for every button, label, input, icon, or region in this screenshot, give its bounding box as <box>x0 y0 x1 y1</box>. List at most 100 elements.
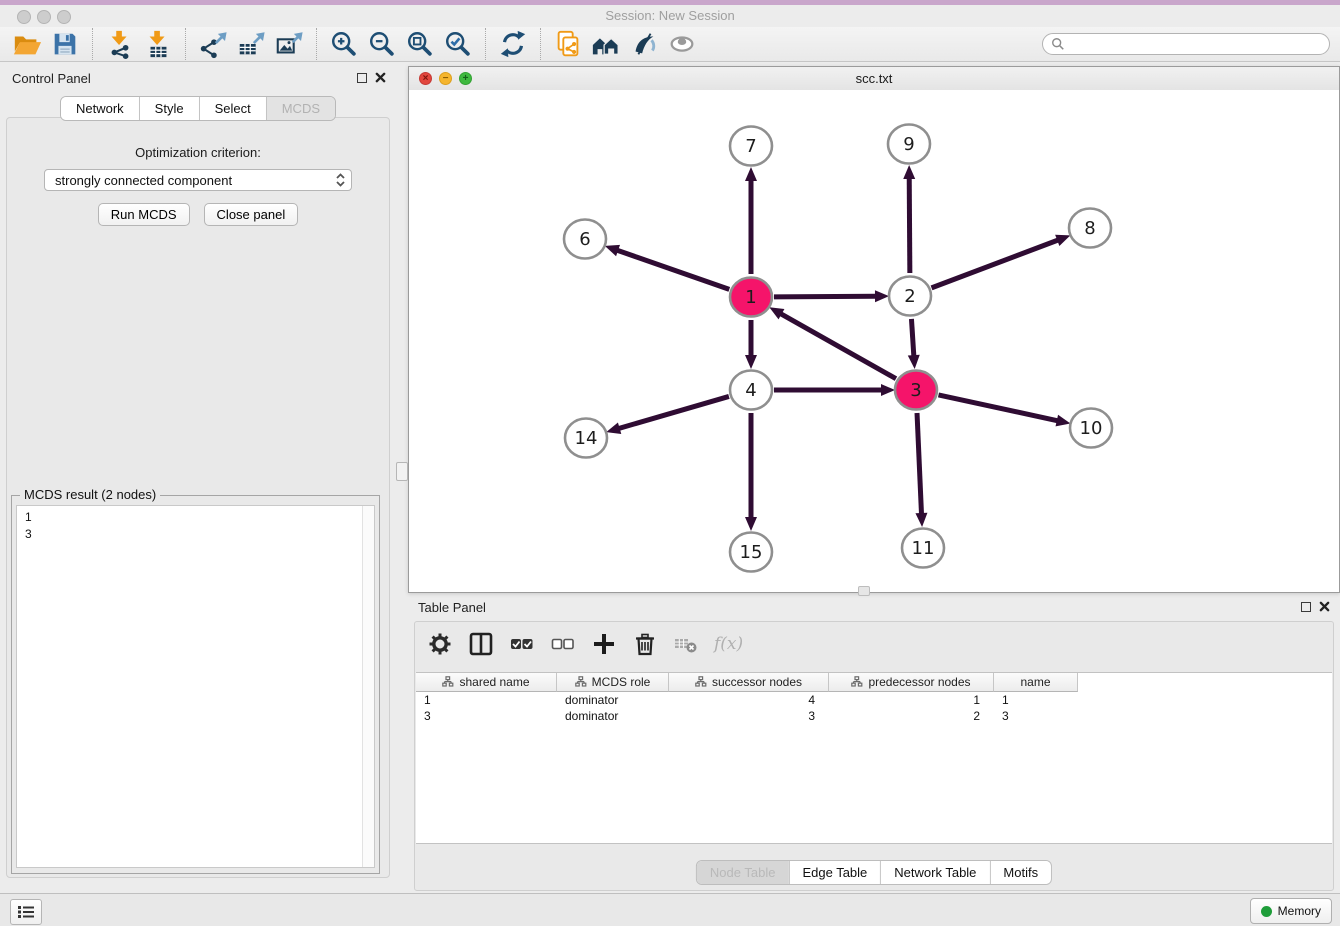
cell-successor-nodes[interactable]: 4 <box>669 692 829 708</box>
table-toolbar: f(x) <box>415 622 1333 666</box>
cell-mcds-role[interactable]: dominator <box>557 692 669 708</box>
network-graph[interactable]: 7968124314101511 <box>409 90 1339 591</box>
nested-networks-icon[interactable] <box>591 29 621 59</box>
network-canvas[interactable]: 7968124314101511 <box>409 90 1339 592</box>
network-window-titlebar[interactable]: × − + scc.txt <box>409 67 1339 91</box>
table-panel-title: Table Panel <box>418 600 486 615</box>
column-header-successor-nodes[interactable]: successor nodes <box>669 673 829 692</box>
mcds-result-textarea[interactable]: 1 3 <box>16 505 375 868</box>
list-icon <box>17 904 35 920</box>
panel-splitter-handle[interactable] <box>396 462 408 481</box>
zoom-in-icon[interactable] <box>329 29 359 59</box>
edge-3-11[interactable] <box>917 413 921 514</box>
deselect-all-icon[interactable] <box>550 631 576 657</box>
zoom-selected-icon[interactable] <box>443 29 473 59</box>
delete-table-icon[interactable] <box>673 631 699 657</box>
delete-column-icon[interactable] <box>632 631 658 657</box>
table-settings-gear-icon[interactable] <box>427 631 453 657</box>
edge-1-6[interactable] <box>617 250 729 289</box>
run-mcds-button[interactable]: Run MCDS <box>98 203 190 226</box>
column-header-shared-name[interactable]: shared name <box>416 673 557 692</box>
table-row[interactable]: 1 dominator 4 1 1 <box>416 692 1332 708</box>
cell-mcds-role[interactable]: dominator <box>557 708 669 724</box>
tab-network-table[interactable]: Network Table <box>880 861 989 884</box>
clone-network-icon[interactable] <box>553 29 583 59</box>
open-session-icon[interactable] <box>12 29 42 59</box>
cell-name[interactable]: 1 <box>994 692 1078 708</box>
save-session-icon[interactable] <box>50 29 80 59</box>
function-builder-icon[interactable]: f(x) <box>714 634 743 654</box>
criterion-select[interactable]: strongly connected component <box>44 169 352 191</box>
tab-node-table[interactable]: Node Table <box>697 861 789 884</box>
cell-successor-nodes[interactable]: 3 <box>669 708 829 724</box>
export-image-icon[interactable] <box>274 29 304 59</box>
app-titlebar: Session: New Session <box>0 5 1340 27</box>
app-window: Session: New Session Control Panel <box>0 0 1340 926</box>
network-window-title: scc.txt <box>409 71 1339 86</box>
network-window: × − + scc.txt 7968124314101511 <box>408 66 1340 593</box>
edge-2-8[interactable] <box>932 240 1059 288</box>
eye-icon[interactable] <box>667 29 697 59</box>
import-table-icon[interactable] <box>143 29 173 59</box>
graphics-details-icon[interactable] <box>629 29 659 59</box>
node-label-4: 4 <box>745 380 756 401</box>
zoom-fit-icon[interactable] <box>405 29 435 59</box>
select-all-icon[interactable] <box>509 631 535 657</box>
attribute-tree-icon <box>695 676 707 688</box>
node-label-7: 7 <box>745 136 756 157</box>
export-table-icon[interactable] <box>236 29 266 59</box>
tab-edge-table[interactable]: Edge Table <box>788 861 880 884</box>
control-panel: Control Panel Network Style Select MCDS … <box>0 66 396 884</box>
cell-shared-name[interactable]: 3 <box>416 708 557 724</box>
close-panel-button[interactable]: Close panel <box>204 203 299 226</box>
column-header-mcds-role[interactable]: MCDS role <box>557 673 669 692</box>
close-panel-icon[interactable] <box>375 72 386 83</box>
close-table-panel-icon[interactable] <box>1319 601 1330 612</box>
table-tabs: Node Table Edge Table Network Table Moti… <box>696 860 1052 885</box>
result-scrollbar[interactable] <box>362 506 374 867</box>
refresh-layout-icon[interactable] <box>498 29 528 59</box>
export-network-icon[interactable] <box>198 29 228 59</box>
float-panel-icon[interactable] <box>357 73 367 83</box>
app-title: Session: New Session <box>0 8 1340 23</box>
edge-3-10[interactable] <box>938 395 1057 421</box>
column-header-name[interactable]: name <box>994 673 1078 692</box>
table-panel-body: f(x) shared name MCDS role successor nod… <box>414 621 1334 891</box>
node-label-3: 3 <box>910 380 921 401</box>
control-panel-tabs: Network Style Select MCDS <box>60 96 336 121</box>
node-label-11: 11 <box>912 538 935 559</box>
tab-select[interactable]: Select <box>199 97 266 120</box>
search-input[interactable] <box>1070 36 1321 52</box>
edge-1-2[interactable] <box>774 296 876 297</box>
node-label-14: 14 <box>575 428 598 449</box>
edge-3-1[interactable] <box>781 314 896 379</box>
memory-button[interactable]: Memory <box>1250 898 1332 924</box>
edge-2-9[interactable] <box>909 178 910 273</box>
tab-motifs[interactable]: Motifs <box>989 861 1051 884</box>
cell-name[interactable]: 3 <box>994 708 1078 724</box>
show-columns-icon[interactable] <box>468 631 494 657</box>
edge-4-14[interactable] <box>619 396 729 428</box>
node-label-8: 8 <box>1084 218 1095 239</box>
task-history-button[interactable] <box>10 899 42 925</box>
zoom-out-icon[interactable] <box>367 29 397 59</box>
float-table-panel-icon[interactable] <box>1301 602 1311 612</box>
column-header-predecessor-nodes[interactable]: predecessor nodes <box>829 673 994 692</box>
cell-predecessor-nodes[interactable]: 1 <box>829 692 994 708</box>
edge-2-3[interactable] <box>911 319 913 356</box>
node-label-6: 6 <box>579 229 590 250</box>
tab-network[interactable]: Network <box>61 97 139 120</box>
cell-shared-name[interactable]: 1 <box>416 692 557 708</box>
node-table: shared name MCDS role successor nodes pr… <box>416 672 1332 844</box>
import-network-icon[interactable] <box>105 29 135 59</box>
cell-predecessor-nodes[interactable]: 2 <box>829 708 994 724</box>
table-row[interactable]: 3 dominator 3 2 3 <box>416 708 1332 724</box>
search-field[interactable] <box>1042 33 1330 55</box>
criterion-selected-value: strongly connected component <box>55 173 334 188</box>
mcds-panel-body: Optimization criterion: strongly connect… <box>6 117 390 878</box>
mcds-result-title: MCDS result (2 nodes) <box>20 487 160 502</box>
network-splitter-handle[interactable] <box>858 586 870 596</box>
tab-mcds[interactable]: MCDS <box>266 97 335 120</box>
tab-style[interactable]: Style <box>139 97 199 120</box>
add-column-icon[interactable] <box>591 631 617 657</box>
